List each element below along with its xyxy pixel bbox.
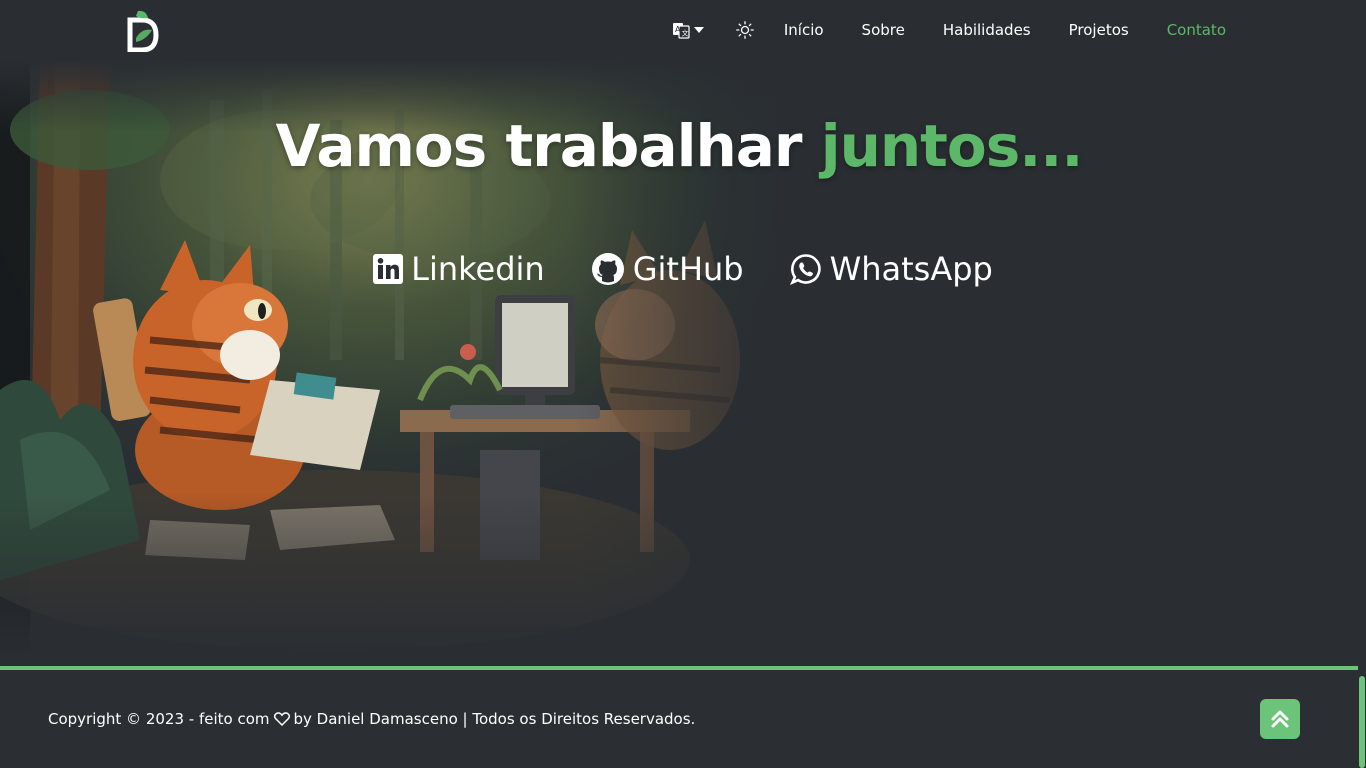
nav-link-about[interactable]: Sobre <box>862 21 905 39</box>
heart-icon <box>273 712 290 726</box>
github-label: GitHub <box>632 250 744 288</box>
back-to-top-button[interactable] <box>1260 699 1300 739</box>
linkedin-link[interactable]: Linkedin <box>373 250 545 288</box>
hero-title-accent: juntos... <box>820 112 1084 180</box>
svg-text:A: A <box>675 25 681 34</box>
copyright-after: by Daniel Damasceno | Todos os Direitos … <box>293 710 696 728</box>
page: A 文 Início Sobre Habilidades Projetos Co… <box>0 0 1366 768</box>
nav-link-projects[interactable]: Projetos <box>1069 21 1129 39</box>
nav-link-home[interactable]: Início <box>784 21 824 39</box>
linkedin-label: Linkedin <box>411 250 545 288</box>
nav-tools: A 文 <box>672 21 784 39</box>
scrollbar-thumb[interactable] <box>1359 676 1365 768</box>
nav-link-skills[interactable]: Habilidades <box>943 21 1031 39</box>
main-nav: A 文 Início Sobre Habilidades Projetos Co… <box>672 0 1226 60</box>
caret-down-icon <box>693 27 704 33</box>
page-scrollbar[interactable] <box>1358 0 1366 768</box>
copyright-text: Copyright © 2023 - feito com by Daniel D… <box>48 710 695 728</box>
language-switcher[interactable]: A 文 <box>672 21 704 39</box>
theme-toggle[interactable] <box>735 21 754 39</box>
chevrons-up-icon <box>1271 710 1289 728</box>
svg-text:文: 文 <box>681 29 688 38</box>
logo-icon[interactable] <box>122 8 162 52</box>
sun-icon <box>735 21 754 39</box>
copyright-before: Copyright © 2023 - feito com <box>48 710 270 728</box>
translate-icon: A 文 <box>672 23 690 39</box>
nav-link-contact[interactable]: Contato <box>1167 21 1226 39</box>
linkedin-icon <box>373 254 404 284</box>
site-header: A 文 Início Sobre Habilidades Projetos Co… <box>0 0 1356 60</box>
whatsapp-icon <box>789 254 821 285</box>
github-icon <box>591 253 624 285</box>
github-link[interactable]: GitHub <box>591 250 744 288</box>
hero-title: Vamos trabalhar juntos... <box>0 112 1358 180</box>
whatsapp-link[interactable]: WhatsApp <box>789 250 993 288</box>
whatsapp-label: WhatsApp <box>829 250 993 288</box>
site-footer: Copyright © 2023 - feito com by Daniel D… <box>0 670 1358 768</box>
social-links: Linkedin GitHub WhatsApp <box>0 250 1366 288</box>
hero-title-main: Vamos trabalhar <box>275 112 821 180</box>
